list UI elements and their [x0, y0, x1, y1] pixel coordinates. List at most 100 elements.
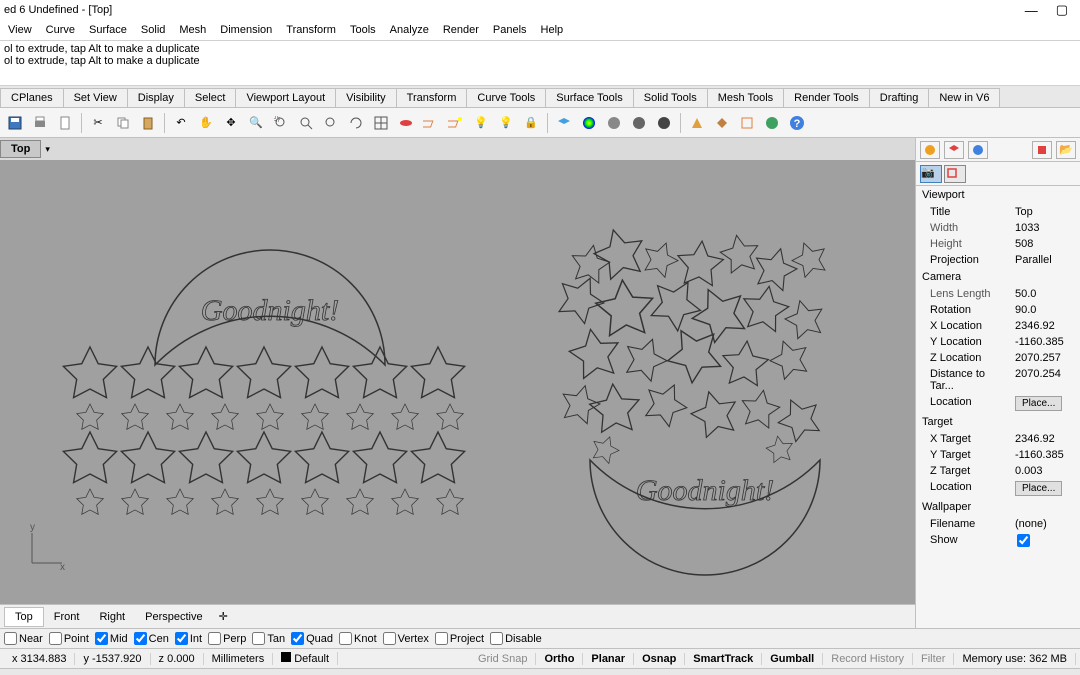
- menu-panels[interactable]: Panels: [493, 24, 527, 36]
- osnap-mid[interactable]: Mid: [95, 632, 128, 645]
- osnap-quad[interactable]: Quad: [291, 632, 333, 645]
- status-smarttrack[interactable]: SmartTrack: [685, 653, 762, 665]
- tab-visibility[interactable]: Visibility: [335, 88, 397, 107]
- osnap-point[interactable]: Point: [49, 632, 89, 645]
- viewtab-top[interactable]: Top: [4, 607, 44, 627]
- sphere3-icon[interactable]: [653, 112, 675, 134]
- osnap-cen[interactable]: Cen: [134, 632, 169, 645]
- tab-rendertools[interactable]: Render Tools: [783, 88, 870, 107]
- status-units[interactable]: Millimeters: [204, 653, 274, 665]
- status-ortho[interactable]: Ortho: [536, 653, 583, 665]
- sphere2-icon[interactable]: [628, 112, 650, 134]
- zoom-selected-icon[interactable]: [320, 112, 342, 134]
- open-tab-icon[interactable]: 📂: [1056, 141, 1076, 159]
- tab-curvetools[interactable]: Curve Tools: [466, 88, 546, 107]
- menu-render[interactable]: Render: [443, 24, 479, 36]
- viewport-menu-icon[interactable]: ▾: [41, 142, 54, 157]
- menu-dimension[interactable]: Dimension: [220, 24, 272, 36]
- viewtab-front[interactable]: Front: [44, 608, 90, 626]
- globe-icon[interactable]: [761, 112, 783, 134]
- osnap-int[interactable]: Int: [175, 632, 202, 645]
- place-target-button[interactable]: Place...: [1015, 481, 1062, 496]
- tab-solidtools[interactable]: Solid Tools: [633, 88, 708, 107]
- named-cplane-icon[interactable]: [445, 112, 467, 134]
- place-camera-button[interactable]: Place...: [1015, 396, 1062, 411]
- cplane-icon[interactable]: [420, 112, 442, 134]
- status-gumball[interactable]: Gumball: [762, 653, 823, 665]
- command-input[interactable]: [4, 67, 1076, 81]
- display-tab-icon[interactable]: [1032, 141, 1052, 159]
- grid-icon[interactable]: [370, 112, 392, 134]
- tab-viewportlayout[interactable]: Viewport Layout: [235, 88, 336, 107]
- osnap-disable[interactable]: Disable: [490, 632, 542, 645]
- tab-drafting[interactable]: Drafting: [869, 88, 930, 107]
- pan-icon[interactable]: ✋: [195, 112, 217, 134]
- menu-mesh[interactable]: Mesh: [179, 24, 206, 36]
- sphere1-icon[interactable]: [603, 112, 625, 134]
- tab-surfacetools[interactable]: Surface Tools: [545, 88, 633, 107]
- cut-icon[interactable]: ✂: [87, 112, 109, 134]
- frame-tab-icon[interactable]: [944, 165, 966, 183]
- layers-tab-icon[interactable]: [944, 141, 964, 159]
- lock-icon[interactable]: 🔒: [520, 112, 542, 134]
- viewport-name-tab[interactable]: Top: [0, 140, 41, 158]
- camera-tab-icon[interactable]: 📷: [920, 165, 942, 183]
- render-tab-icon[interactable]: [968, 141, 988, 159]
- menu-tools[interactable]: Tools: [350, 24, 376, 36]
- material-tab-icon[interactable]: [920, 141, 940, 159]
- menu-transform[interactable]: Transform: [286, 24, 336, 36]
- copy-icon[interactable]: [112, 112, 134, 134]
- show-wallpaper-checkbox[interactable]: [1017, 534, 1030, 547]
- options-icon[interactable]: [736, 112, 758, 134]
- default-light-icon[interactable]: 💡: [495, 112, 517, 134]
- zoom-extents-icon[interactable]: [295, 112, 317, 134]
- status-layer[interactable]: Default: [273, 652, 338, 665]
- status-filter[interactable]: Filter: [913, 653, 954, 665]
- menu-analyze[interactable]: Analyze: [390, 24, 429, 36]
- osnap-perp[interactable]: Perp: [208, 632, 246, 645]
- light-icon[interactable]: 💡: [470, 112, 492, 134]
- zoom-icon[interactable]: 🔍: [245, 112, 267, 134]
- undo-icon[interactable]: ↶: [170, 112, 192, 134]
- set-view-icon[interactable]: [395, 112, 417, 134]
- zoom-window-icon[interactable]: [270, 112, 292, 134]
- menu-surface[interactable]: Surface: [89, 24, 127, 36]
- osnap-project[interactable]: Project: [435, 632, 484, 645]
- viewport-canvas[interactable]: Goodnight!: [0, 160, 915, 604]
- status-osnap[interactable]: Osnap: [634, 653, 685, 665]
- status-gridsnap[interactable]: Grid Snap: [470, 653, 537, 665]
- osnap-tan[interactable]: Tan: [252, 632, 285, 645]
- import-icon[interactable]: [54, 112, 76, 134]
- help-icon[interactable]: ?: [786, 112, 808, 134]
- add-viewport-icon[interactable]: ✛: [213, 607, 234, 626]
- layers-icon[interactable]: [553, 112, 575, 134]
- shade-icon[interactable]: [711, 112, 733, 134]
- rotate-view-icon[interactable]: [345, 112, 367, 134]
- tab-transform[interactable]: Transform: [396, 88, 468, 107]
- tab-setview[interactable]: Set View: [63, 88, 128, 107]
- tab-select[interactable]: Select: [184, 88, 237, 107]
- tab-display[interactable]: Display: [127, 88, 185, 107]
- save-icon[interactable]: [4, 112, 26, 134]
- menu-curve[interactable]: Curve: [46, 24, 75, 36]
- menu-solid[interactable]: Solid: [141, 24, 165, 36]
- material-icon[interactable]: [578, 112, 600, 134]
- menu-view[interactable]: View: [8, 24, 32, 36]
- render-icon[interactable]: [686, 112, 708, 134]
- osnap-knot[interactable]: Knot: [339, 632, 377, 645]
- status-planar[interactable]: Planar: [583, 653, 634, 665]
- maximize-icon[interactable]: ▢: [1056, 2, 1068, 18]
- tab-meshtools[interactable]: Mesh Tools: [707, 88, 784, 107]
- viewtab-perspective[interactable]: Perspective: [135, 608, 212, 626]
- paste-icon[interactable]: [137, 112, 159, 134]
- print-icon[interactable]: [29, 112, 51, 134]
- move-icon[interactable]: ✥: [220, 112, 242, 134]
- osnap-near[interactable]: Near: [4, 632, 43, 645]
- tab-newinv6[interactable]: New in V6: [928, 88, 1000, 107]
- viewtab-right[interactable]: Right: [89, 608, 135, 626]
- menu-help[interactable]: Help: [541, 24, 564, 36]
- tab-cplanes[interactable]: CPlanes: [0, 88, 64, 107]
- status-record[interactable]: Record History: [823, 653, 913, 665]
- minimize-icon[interactable]: —: [1025, 3, 1038, 18]
- osnap-vertex[interactable]: Vertex: [383, 632, 429, 645]
